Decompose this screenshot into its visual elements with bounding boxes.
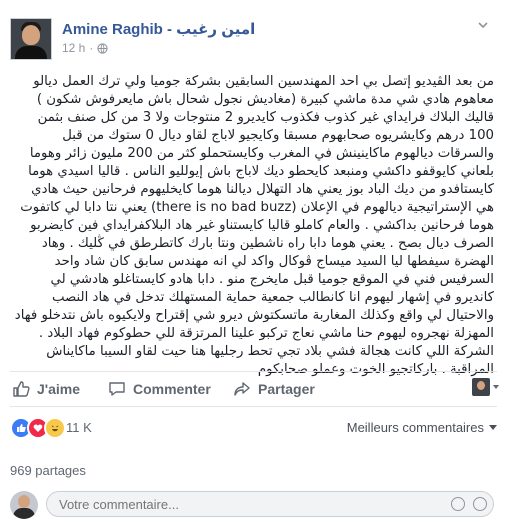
comment-input[interactable] xyxy=(46,491,494,517)
post-header: Amine Raghib - امين رغيب 12 h · xyxy=(10,18,490,62)
share-icon xyxy=(234,382,250,396)
author-name[interactable]: Amine Raghib - امين رغيب xyxy=(62,20,255,38)
post-card: Amine Raghib - امين رغيب 12 h · من بعد ا… xyxy=(0,0,505,519)
post-options-chevron-icon[interactable] xyxy=(476,18,490,32)
reactions-bar: 11 K Meilleurs commentaires xyxy=(10,406,497,451)
action-bar: J'aime Commenter Partager xyxy=(10,371,500,406)
post-time[interactable]: 12 h xyxy=(62,41,85,55)
composer-icons xyxy=(451,497,487,511)
current-user-avatar xyxy=(472,378,490,396)
triangle-down-icon xyxy=(489,425,497,430)
comment-composer xyxy=(10,489,497,519)
like-label: J'aime xyxy=(37,381,81,397)
comment-button[interactable]: Commenter xyxy=(108,380,211,398)
emoji-icon[interactable] xyxy=(451,497,465,511)
haha-reaction-icon xyxy=(44,417,66,439)
caret-down-icon xyxy=(493,385,499,389)
author-avatar[interactable] xyxy=(10,18,52,60)
comment-sort-dropdown[interactable]: Meilleurs commentaires xyxy=(347,420,497,435)
commenter-avatar xyxy=(10,491,38,519)
camera-icon[interactable] xyxy=(473,497,487,511)
share-label: Partager xyxy=(258,381,315,397)
post-text: من بعد الڤيديو إتصل بي احد المهندسين الس… xyxy=(14,74,494,377)
like-button[interactable]: J'aime xyxy=(12,380,80,398)
comment-icon xyxy=(109,382,125,396)
comment-label: Commenter xyxy=(133,381,211,397)
reaction-icons[interactable] xyxy=(10,417,66,439)
globe-icon xyxy=(97,42,108,54)
comment-sort-label: Meilleurs commentaires xyxy=(346,420,484,435)
post-meta: 12 h · xyxy=(62,41,108,55)
share-count[interactable]: 969 partages xyxy=(10,463,86,478)
post-as-selector[interactable] xyxy=(472,378,500,396)
reaction-count[interactable]: 11 K xyxy=(66,420,92,435)
thumbs-up-icon xyxy=(13,381,30,397)
share-button[interactable]: Partager xyxy=(233,380,315,398)
